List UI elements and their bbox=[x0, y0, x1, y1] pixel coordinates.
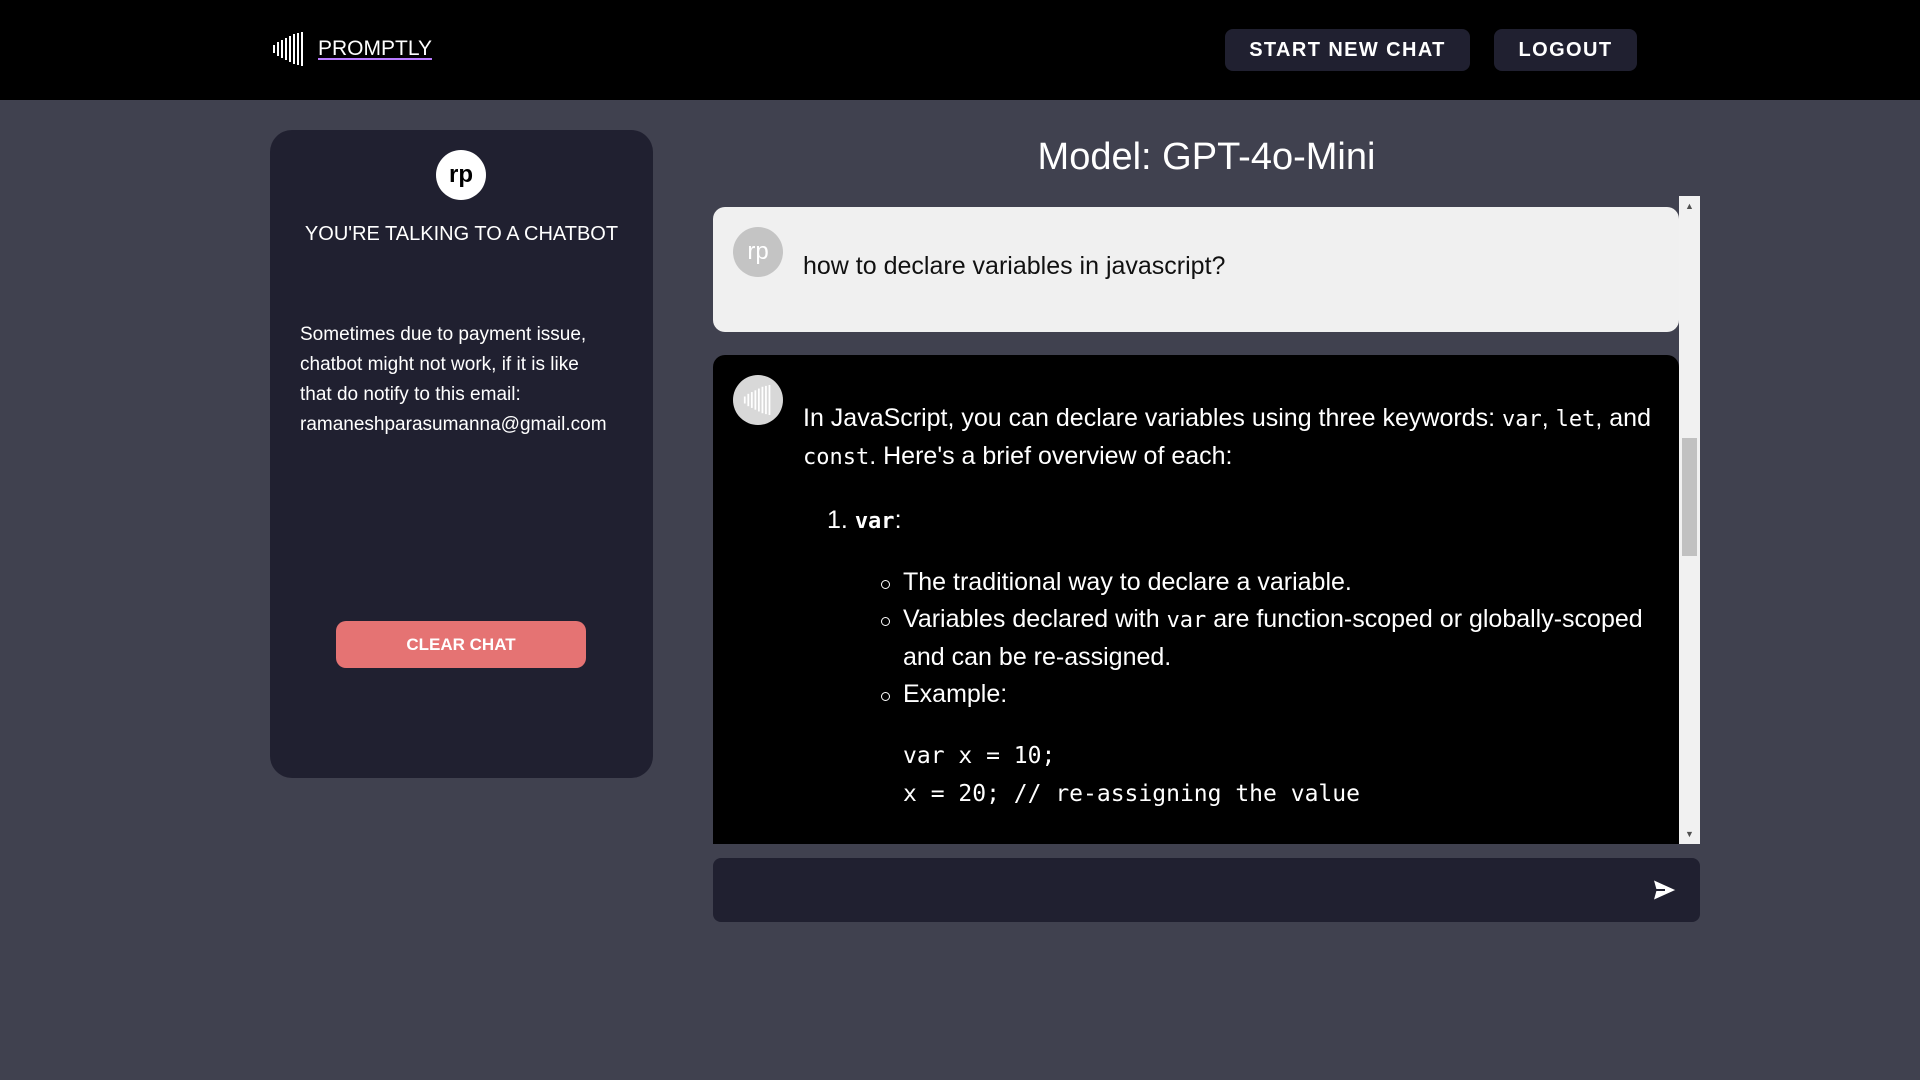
contact-email: ramaneshparasumanna@gmail.com bbox=[300, 414, 607, 435]
soundwave-logo-icon bbox=[273, 32, 303, 66]
logout-button[interactable]: LOGOUT bbox=[1494, 29, 1637, 71]
message-input[interactable] bbox=[733, 858, 1633, 922]
code-line: var x = 10; bbox=[903, 743, 1056, 769]
send-icon[interactable] bbox=[1650, 875, 1680, 905]
payment-notice: Sometimes due to payment issue, chatbot … bbox=[300, 320, 640, 440]
scrollbar-thumb[interactable] bbox=[1682, 438, 1697, 556]
bullet-item: Variables declared with var are function… bbox=[881, 601, 1663, 676]
brand-name[interactable]: PROMPTLY bbox=[318, 37, 432, 61]
sidebar-title: YOU'RE TALKING TO A CHATBOT bbox=[304, 223, 619, 245]
var-bullets: The traditional way to declare a variabl… bbox=[803, 564, 1663, 713]
start-new-chat-button[interactable]: START NEW CHAT bbox=[1225, 29, 1470, 71]
bot-avatar bbox=[733, 375, 783, 425]
payment-notice-line: Sometimes due to payment issue, bbox=[300, 324, 587, 345]
bullet-item: The traditional way to declare a variabl… bbox=[881, 564, 1663, 601]
chat-messages[interactable]: rp how to declare variables in javascrip… bbox=[713, 196, 1700, 844]
bullet-item: Example: bbox=[881, 676, 1663, 713]
model-title: Model: GPT-4o-Mini bbox=[1037, 136, 1376, 178]
top-navbar: PROMPTLY START NEW CHAT LOGOUT bbox=[0, 0, 1920, 100]
payment-notice-line: that do notify to this email: bbox=[300, 384, 521, 405]
code-block: var x = 10; x = 20; // re-assigning the v… bbox=[803, 737, 1663, 813]
payment-notice-line: chatbot might not work, if it is like bbox=[300, 354, 579, 375]
chat-scrollbar[interactable]: ▲ ▼ bbox=[1679, 196, 1700, 844]
code-line: x = 20; // re-assigning the value bbox=[903, 781, 1360, 807]
bot-intro: In JavaScript, you can declare variables… bbox=[803, 404, 1651, 470]
user-message-avatar: rp bbox=[733, 227, 783, 277]
list-item-var: 1. var: bbox=[827, 506, 902, 534]
message-input-bar bbox=[713, 858, 1700, 922]
scroll-up-arrow-icon[interactable]: ▲ bbox=[1679, 198, 1700, 214]
bot-message: In JavaScript, you can declare variables… bbox=[713, 355, 1679, 844]
user-message-text: how to declare variables in javascript? bbox=[803, 252, 1226, 280]
clear-chat-button[interactable]: CLEAR CHAT bbox=[336, 621, 586, 668]
sidebar-panel: rp YOU'RE TALKING TO A CHATBOT Sometimes… bbox=[270, 130, 653, 778]
soundwave-avatar-icon bbox=[743, 385, 771, 415]
bot-message-body: In JavaScript, you can declare variables… bbox=[803, 400, 1663, 813]
user-avatar: rp bbox=[436, 150, 486, 200]
brand[interactable]: PROMPTLY bbox=[272, 32, 432, 66]
scroll-down-arrow-icon[interactable]: ▼ bbox=[1679, 826, 1700, 842]
user-message: rp how to declare variables in javascrip… bbox=[713, 207, 1679, 332]
